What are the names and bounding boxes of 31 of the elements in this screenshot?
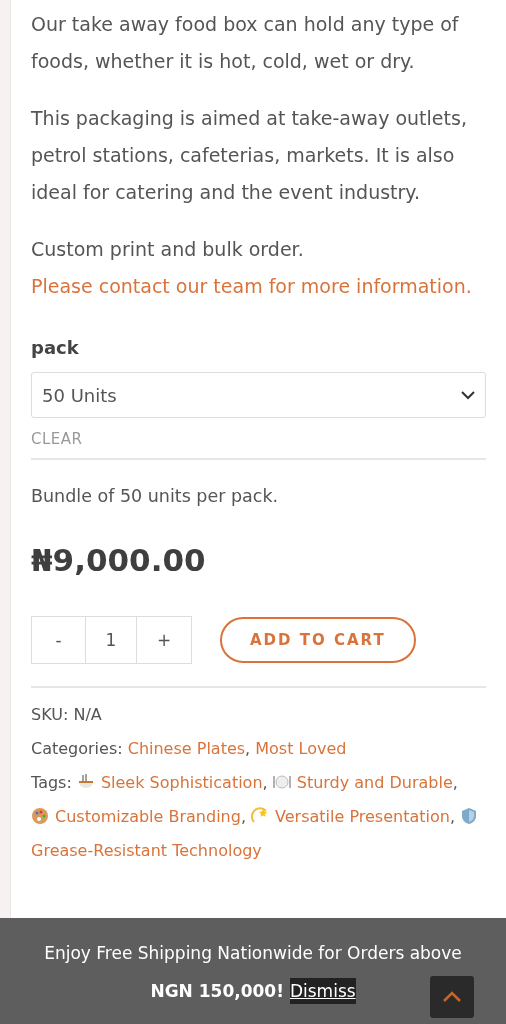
shipping-notice-text: Enjoy Free Shipping Nationwide for Orders above: [44, 942, 462, 965]
category-link[interactable]: Most Loved: [255, 739, 347, 758]
category-link[interactable]: Chinese Plates: [127, 739, 246, 758]
clear-link[interactable]: CLEAR: [31, 430, 83, 448]
shipping-threshold-text: NGN 150,000!: [150, 980, 284, 1003]
pack-select[interactable]: 50 Units: [31, 372, 486, 418]
contact-link[interactable]: Please contact our team for more information.: [31, 268, 486, 305]
price: ₦9,000.00: [31, 542, 207, 578]
contact-paragraph: Custom print and bulk order. Please contact our team for more information.: [31, 231, 486, 305]
tag-link[interactable]: Grease-Resistant Technology: [31, 841, 262, 860]
tag-link[interactable]: Sleek Sophistication: [100, 773, 263, 792]
chevron-up-icon: [442, 991, 462, 1003]
scroll-to-top-button[interactable]: [430, 976, 474, 1018]
tag-link[interactable]: Sturdy and Durable: [296, 773, 453, 792]
chevron-down-icon: [461, 390, 475, 400]
variation-description: Bundle of 50 units per pack.: [31, 486, 280, 506]
variation-label: pack: [31, 337, 80, 358]
categories-line: Categories: Chinese Plates, Most Loved: [31, 738, 348, 760]
tag-link[interactable]: Versatile Presentation: [275, 807, 450, 826]
dismiss-link[interactable]: Dismiss: [289, 978, 356, 1004]
description-paragraph: Our take away food box can hold any type of foods, whether it is hot, cold, wet or dry.: [31, 12, 460, 74]
add-to-cart-button[interactable]: ADD TO CART: [220, 617, 416, 663]
noodle-bowl-icon: [76, 773, 95, 791]
palette-icon: [31, 807, 49, 825]
tags-line: Tags: Sleek Sophistication, Sturdy and Durable, Customizable Branding, Versatile Presentation, Grease-Resistant Technology: [31, 766, 486, 868]
tag-link[interactable]: Customizable Branding: [55, 807, 241, 826]
sku-text: SKU: N/A: [31, 704, 103, 726]
plate-cutlery-icon: [272, 773, 291, 791]
description-paragraph: This packaging is aimed at take-away outlets, petrol stations, cafeterias, markets. It is also ideal for catering and the event industry.: [31, 106, 468, 205]
dizzy-star-icon: [251, 807, 270, 825]
shield-icon: [460, 807, 479, 825]
